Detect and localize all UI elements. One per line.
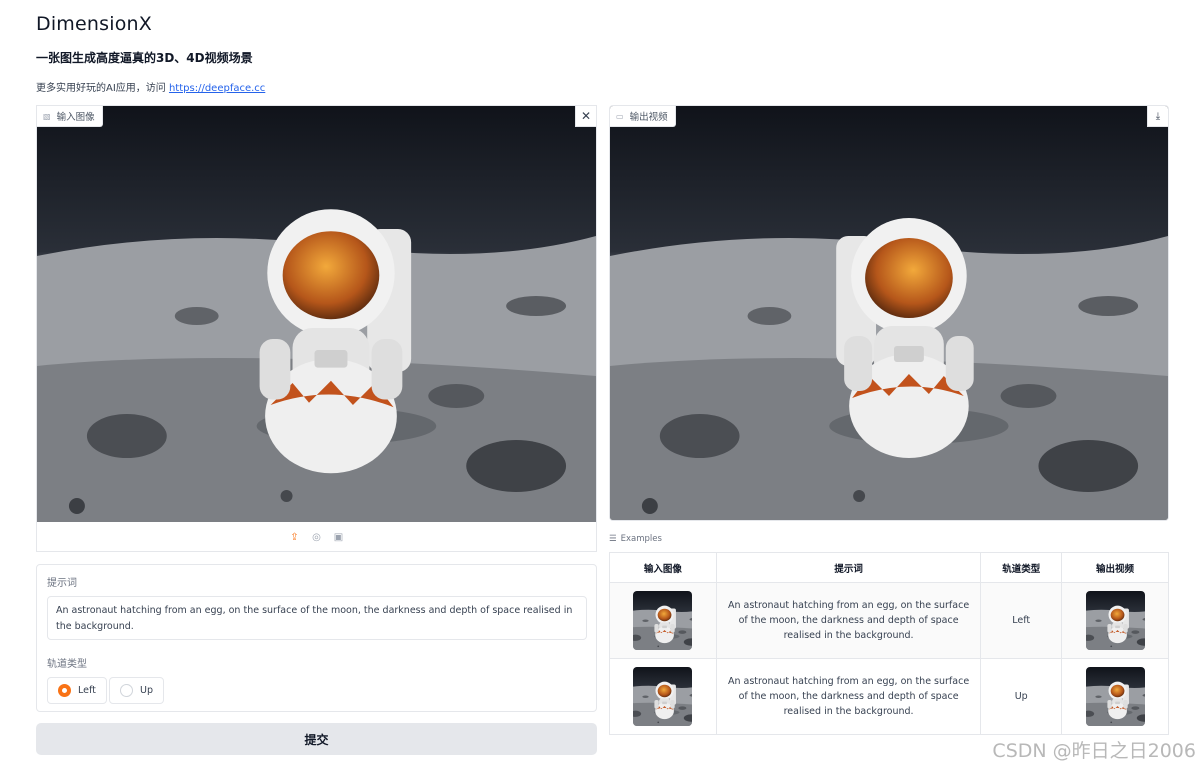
examples-header: ☰ Examples — [609, 534, 662, 544]
example-input-thumbnail[interactable] — [633, 667, 692, 726]
example-row[interactable]: An astronaut hatching from an egg, on th… — [609, 582, 1169, 659]
example-output-thumbnail[interactable] — [1086, 667, 1145, 726]
video-icon: ▭ — [616, 111, 624, 121]
example-row[interactable]: An astronaut hatching from an egg, on th… — [609, 658, 1169, 735]
radio-selected-icon — [58, 684, 71, 697]
output-video-tag: ▭ 输出视频 — [610, 106, 676, 127]
app-title: DimensionX — [36, 13, 153, 35]
clipboard-icon[interactable]: ▣ — [333, 531, 345, 543]
example-output-thumbnail[interactable] — [1086, 591, 1145, 650]
output-video-panel: ▭ 输出视频 ⤓ — [609, 105, 1169, 521]
output-video[interactable] — [610, 106, 1168, 521]
image-source-toolbar: ⇪ ◎ ▣ — [37, 522, 596, 552]
example-prompt[interactable]: An astronaut hatching from an egg, on th… — [715, 658, 982, 735]
output-video-label: 输出视频 — [629, 112, 668, 123]
submit-button[interactable]: 提交 — [36, 723, 597, 755]
radio-unselected-icon — [120, 684, 133, 697]
example-input-cell[interactable] — [609, 582, 717, 659]
trajectory-option-left[interactable]: Left — [47, 677, 107, 704]
example-prompt[interactable]: An astronaut hatching from an egg, on th… — [715, 582, 982, 659]
example-output-cell[interactable] — [1061, 658, 1169, 735]
example-trajectory[interactable]: Left — [980, 582, 1063, 659]
example-output-cell[interactable] — [1061, 582, 1169, 659]
input-image-tag: ▧ 输入图像 — [37, 106, 103, 127]
column-header: 输出视频 — [1061, 552, 1169, 583]
list-icon: ☰ — [609, 534, 617, 544]
trajectory-option-label: Up — [140, 685, 153, 696]
prompt-label: 提示词 — [47, 578, 77, 589]
column-header: 输入图像 — [609, 552, 717, 583]
column-header: 轨道类型 — [980, 552, 1063, 583]
trajectory-option-up[interactable]: Up — [109, 677, 164, 704]
download-button[interactable]: ⤓ — [1147, 106, 1168, 127]
input-image-panel[interactable]: ▧ 输入图像 ✕ ⇪ ◎ ▣ — [36, 105, 597, 552]
examples-table: 输入图像 提示词 轨道类型 输出视频 An astronaut hatching… — [609, 552, 1169, 735]
download-icon: ⤓ — [1155, 110, 1161, 122]
trajectory-option-label: Left — [78, 685, 96, 696]
more-info-text: 更多实用好玩的AI应用，访问 — [36, 83, 169, 94]
upload-icon[interactable]: ⇪ — [289, 531, 301, 543]
clear-image-button[interactable]: ✕ — [575, 106, 596, 127]
trajectory-label: 轨道类型 — [47, 659, 87, 670]
input-image — [37, 106, 596, 522]
deepface-link[interactable]: https://deepface.cc — [169, 83, 265, 94]
more-info: 更多实用好玩的AI应用，访问 https://deepface.cc — [36, 79, 265, 94]
prompt-textarea[interactable]: An astronaut hatching from an egg, on th… — [47, 596, 587, 640]
examples-label: Examples — [620, 534, 662, 544]
image-icon: ▧ — [43, 111, 51, 121]
settings-panel: 提示词 An astronaut hatching from an egg, o… — [36, 564, 597, 712]
close-icon: ✕ — [580, 109, 592, 123]
watermark: CSDN @昨日之日2006 — [992, 740, 1196, 762]
app-subtitle: 一张图生成高度逼真的3D、4D视频场景 — [36, 51, 253, 65]
webcam-icon[interactable]: ◎ — [311, 531, 323, 543]
example-trajectory[interactable]: Up — [980, 658, 1063, 735]
example-input-cell[interactable] — [609, 658, 717, 735]
example-input-thumbnail[interactable] — [633, 591, 692, 650]
input-image-label: 输入图像 — [56, 112, 95, 123]
column-header: 提示词 — [715, 552, 982, 583]
